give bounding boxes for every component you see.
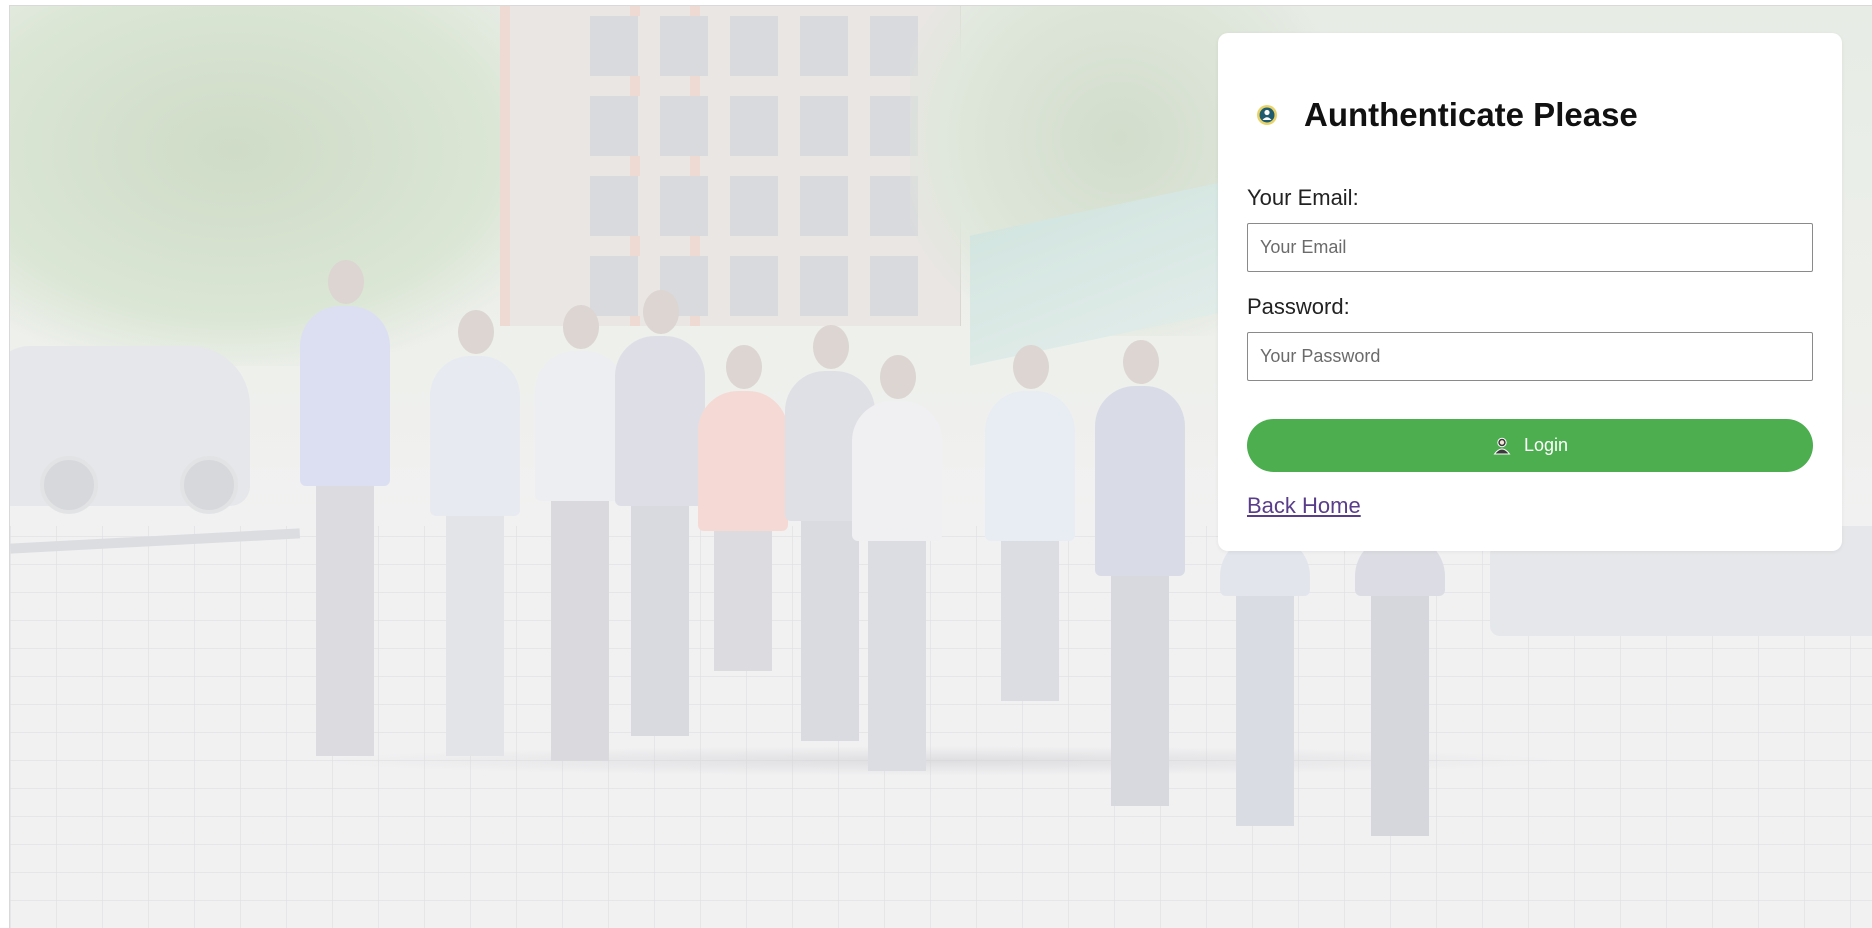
background-trees	[10, 6, 570, 366]
page-title: Aunthenticate Please	[1304, 96, 1638, 133]
user-badge-icon	[1256, 104, 1278, 126]
background-building	[500, 6, 961, 326]
email-label: Your Email:	[1247, 185, 1359, 210]
background-car-left	[10, 346, 250, 514]
back-home-link[interactable]: Back Home	[1247, 493, 1361, 519]
password-label: Password:	[1247, 294, 1350, 319]
password-field[interactable]	[1247, 332, 1813, 381]
card-header: Aunthenticate Please	[1256, 89, 1638, 141]
login-card: Aunthenticate Please Your Email: Passwor…	[1218, 33, 1842, 551]
email-field[interactable]	[1247, 223, 1813, 272]
login-button[interactable]: Login	[1247, 419, 1813, 472]
user-icon	[1492, 436, 1512, 456]
login-page: Aunthenticate Please Your Email: Passwor…	[0, 0, 1872, 928]
login-button-label: Login	[1523, 435, 1569, 455]
